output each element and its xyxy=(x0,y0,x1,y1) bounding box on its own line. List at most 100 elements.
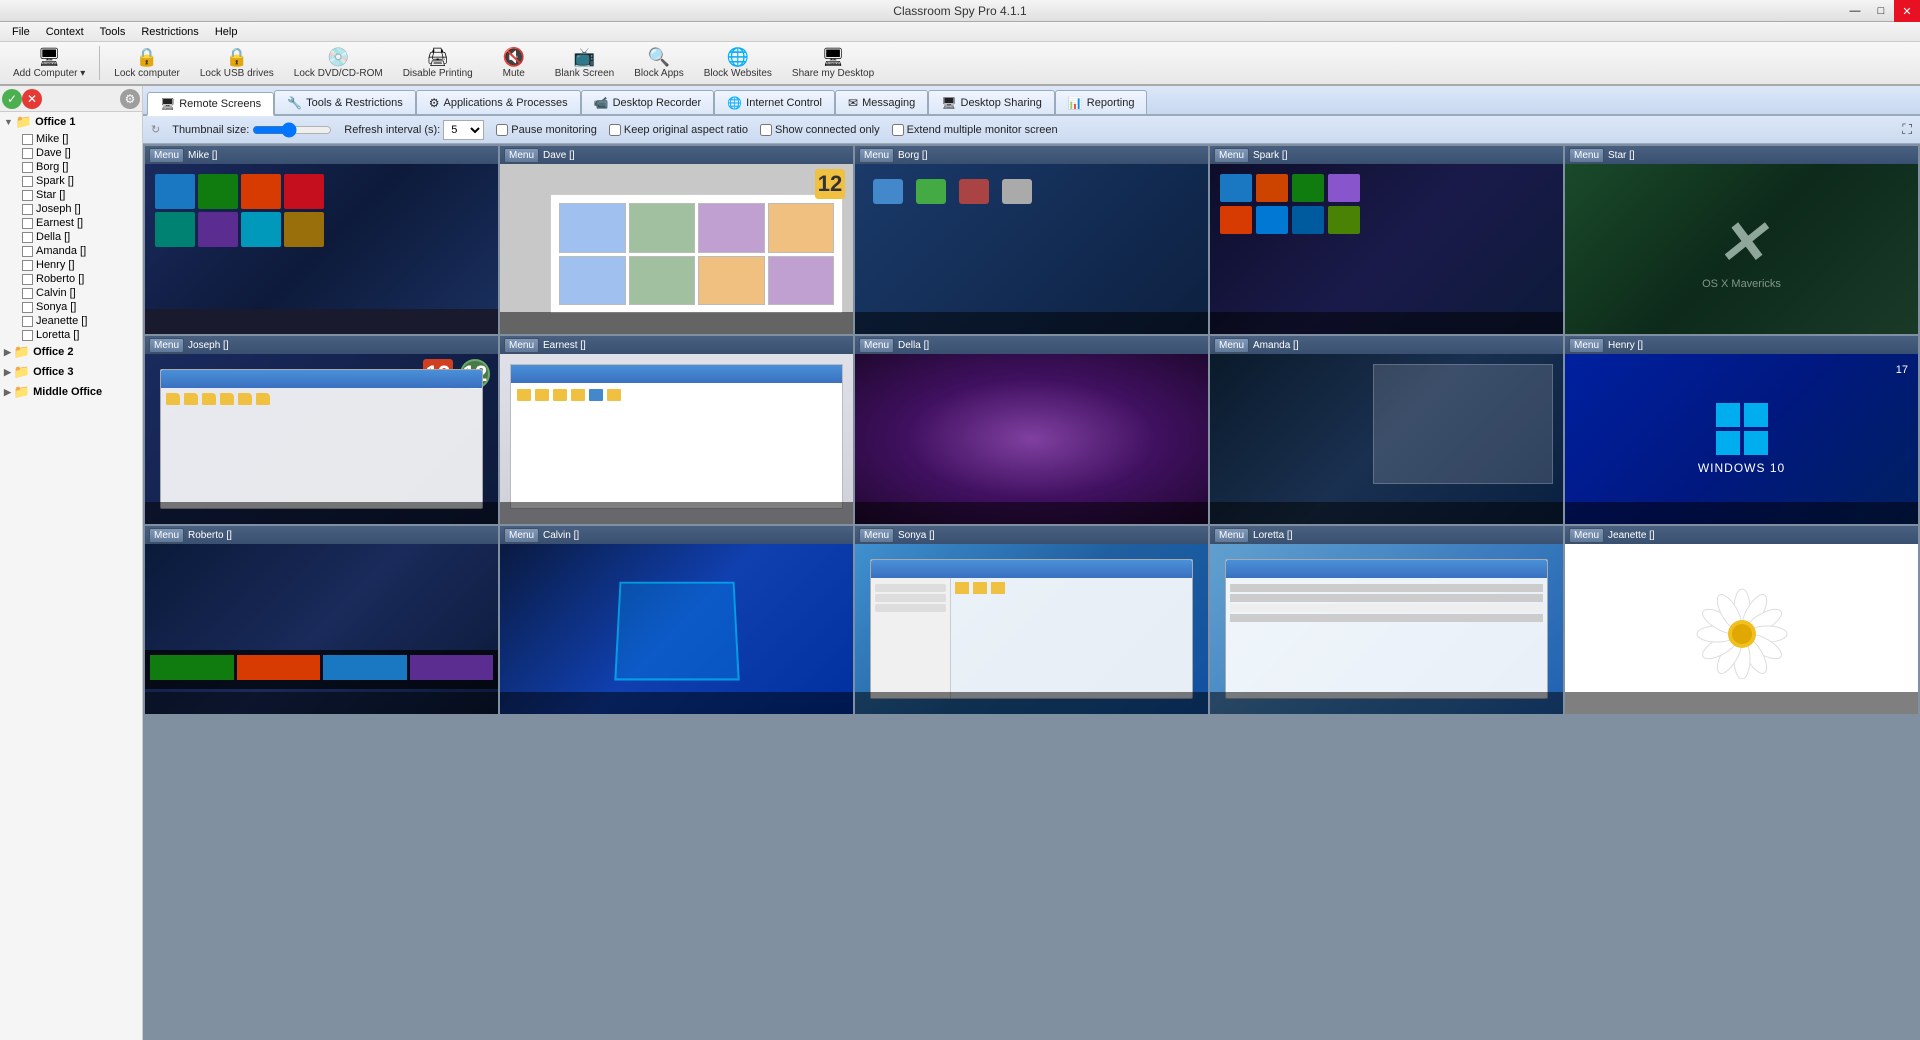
tree-item-mike[interactable]: Mike [] xyxy=(18,132,142,146)
screen-cell-amanda[interactable]: Menu Amanda [] xyxy=(1210,336,1563,524)
pause-monitoring-label[interactable]: Pause monitoring xyxy=(496,124,597,136)
tree-item-earnest[interactable]: Earnest [] xyxy=(18,216,142,230)
screen-cell-loretta[interactable]: Menu Loretta [] xyxy=(1210,526,1563,714)
tree-item-dave[interactable]: Dave [] xyxy=(18,146,142,160)
check-della[interactable] xyxy=(22,232,33,243)
tree-group-office1[interactable]: ▼ 📁 Office 1 xyxy=(0,112,142,132)
tree-group-office3[interactable]: ▶ 📁 Office 3 xyxy=(0,362,142,382)
share-desktop-button[interactable]: 🖥 Share my Desktop xyxy=(783,44,883,82)
tree-item-della[interactable]: Della [] xyxy=(18,230,142,244)
screen-cell-calvin[interactable]: Menu Calvin [] xyxy=(500,526,853,714)
tree-item-amanda[interactable]: Amanda [] xyxy=(18,244,142,258)
tab-remote-screens[interactable]: 🖥 Remote Screens xyxy=(147,92,274,116)
tree-group-middle-office[interactable]: ▶ 📁 Middle Office xyxy=(0,382,142,402)
menu-btn-borg[interactable]: Menu xyxy=(859,148,894,163)
menu-btn-spark[interactable]: Menu xyxy=(1214,148,1249,163)
menu-btn-loretta[interactable]: Menu xyxy=(1214,528,1249,543)
screen-cell-borg[interactable]: Menu Borg [] xyxy=(855,146,1208,334)
check-amanda[interactable] xyxy=(22,246,33,257)
menu-btn-sonya[interactable]: Menu xyxy=(859,528,894,543)
tree-item-jeanette[interactable]: Jeanette [] xyxy=(18,314,142,328)
check-jeanette[interactable] xyxy=(22,316,33,327)
screen-cell-spark[interactable]: Menu Spark [] xyxy=(1210,146,1563,334)
sidebar-cancel-button[interactable]: ✕ xyxy=(22,89,42,109)
menu-help[interactable]: Help xyxy=(207,22,246,41)
tab-desktop-sharing[interactable]: 🖥 Desktop Sharing xyxy=(928,90,1055,114)
show-connected-only-label[interactable]: Show connected only xyxy=(760,124,880,136)
pause-monitoring-checkbox[interactable] xyxy=(496,124,508,136)
extend-monitor-checkbox[interactable] xyxy=(892,124,904,136)
keep-aspect-ratio-label[interactable]: Keep original aspect ratio xyxy=(609,124,748,136)
check-calvin[interactable] xyxy=(22,288,33,299)
check-borg[interactable] xyxy=(22,162,33,173)
tree-item-joseph[interactable]: Joseph [] xyxy=(18,202,142,216)
check-joseph[interactable] xyxy=(22,204,33,215)
check-sonya[interactable] xyxy=(22,302,33,313)
screen-cell-earnest[interactable]: Menu Earnest [] xyxy=(500,336,853,524)
menu-btn-mike[interactable]: Menu xyxy=(149,148,184,163)
screen-cell-jeanette[interactable]: Menu Jeanette [] xyxy=(1565,526,1918,714)
screen-cell-roberto[interactable]: Menu Roberto [] xyxy=(145,526,498,714)
add-computer-button[interactable]: 🖥 Add Computer ▾ xyxy=(4,44,94,82)
disable-printing-button[interactable]: 🖨 Disable Printing xyxy=(394,44,482,82)
tree-item-star[interactable]: Star [] xyxy=(18,188,142,202)
screen-cell-sonya[interactable]: Menu Sonya [] xyxy=(855,526,1208,714)
tab-messaging[interactable]: ✉ Messaging xyxy=(835,90,928,114)
sidebar-ok-button[interactable]: ✓ xyxy=(2,89,22,109)
expand-button[interactable]: ⛶ xyxy=(1902,121,1912,138)
tree-item-loretta[interactable]: Loretta [] xyxy=(18,328,142,342)
tab-desktop-recorder[interactable]: 📹 Desktop Recorder xyxy=(581,90,715,114)
tab-tools-restrictions[interactable]: 🔧 Tools & Restrictions xyxy=(274,90,416,114)
lock-usb-button[interactable]: 🔒 Lock USB drives xyxy=(191,44,283,82)
sidebar-settings-button[interactable]: ⚙ xyxy=(120,89,140,109)
check-star[interactable] xyxy=(22,190,33,201)
screen-cell-star[interactable]: Menu Star [] ✕ OS X Mavericks xyxy=(1565,146,1918,334)
close-button[interactable]: ✕ xyxy=(1894,0,1920,22)
screen-cell-dave[interactable]: Menu Dave [] xyxy=(500,146,853,334)
refresh-interval-select[interactable]: 12351030 xyxy=(443,120,484,140)
lock-dvd-button[interactable]: 💿 Lock DVD/CD-ROM xyxy=(285,44,392,82)
menu-btn-roberto[interactable]: Menu xyxy=(149,528,184,543)
check-earnest[interactable] xyxy=(22,218,33,229)
menu-btn-jeanette[interactable]: Menu xyxy=(1569,528,1604,543)
check-henry[interactable] xyxy=(22,260,33,271)
block-websites-button[interactable]: 🌐 Block Websites xyxy=(695,44,781,82)
menu-btn-henry[interactable]: Menu xyxy=(1569,338,1604,353)
extend-monitor-label[interactable]: Extend multiple monitor screen xyxy=(892,124,1058,136)
check-spark[interactable] xyxy=(22,176,33,187)
tree-group-office2[interactable]: ▶ 📁 Office 2 xyxy=(0,342,142,362)
block-apps-button[interactable]: 🔍 Block Apps xyxy=(625,44,692,82)
menu-tools[interactable]: Tools xyxy=(92,22,134,41)
menu-btn-calvin[interactable]: Menu xyxy=(504,528,539,543)
mute-button[interactable]: 🔇 Mute xyxy=(484,44,544,82)
screen-cell-joseph[interactable]: Menu Joseph [] 12 12 xyxy=(145,336,498,524)
check-loretta[interactable] xyxy=(22,330,33,341)
menu-btn-star[interactable]: Menu xyxy=(1569,148,1604,163)
tree-item-roberto[interactable]: Roberto [] xyxy=(18,272,142,286)
tree-item-sonya[interactable]: Sonya [] xyxy=(18,300,142,314)
menu-file[interactable]: File xyxy=(4,22,38,41)
tab-applications[interactable]: ⚙ Applications & Processes xyxy=(416,90,581,114)
screen-cell-mike[interactable]: Menu Mike [] xyxy=(145,146,498,334)
maximize-button[interactable]: □ xyxy=(1868,0,1894,22)
blank-screen-button[interactable]: 📺 Blank Screen xyxy=(546,44,623,82)
menu-btn-dave[interactable]: Menu xyxy=(504,148,539,163)
keep-aspect-ratio-checkbox[interactable] xyxy=(609,124,621,136)
check-dave[interactable] xyxy=(22,148,33,159)
tree-item-calvin[interactable]: Calvin [] xyxy=(18,286,142,300)
tree-item-borg[interactable]: Borg [] xyxy=(18,160,142,174)
menu-btn-della[interactable]: Menu xyxy=(859,338,894,353)
lock-computer-button[interactable]: 🔒 Lock computer xyxy=(105,44,189,82)
check-mike[interactable] xyxy=(22,134,33,145)
tab-internet-control[interactable]: 🌐 Internet Control xyxy=(714,90,835,114)
thumbnail-slider[interactable] xyxy=(252,122,332,138)
tab-reporting[interactable]: 📊 Reporting xyxy=(1055,90,1148,114)
check-roberto[interactable] xyxy=(22,274,33,285)
tree-item-henry[interactable]: Henry [] xyxy=(18,258,142,272)
tree-item-spark[interactable]: Spark [] xyxy=(18,174,142,188)
menu-context[interactable]: Context xyxy=(38,22,92,41)
menu-btn-joseph[interactable]: Menu xyxy=(149,338,184,353)
minimize-button[interactable]: — xyxy=(1842,0,1868,22)
show-connected-only-checkbox[interactable] xyxy=(760,124,772,136)
screen-cell-della[interactable]: Menu Della [] xyxy=(855,336,1208,524)
